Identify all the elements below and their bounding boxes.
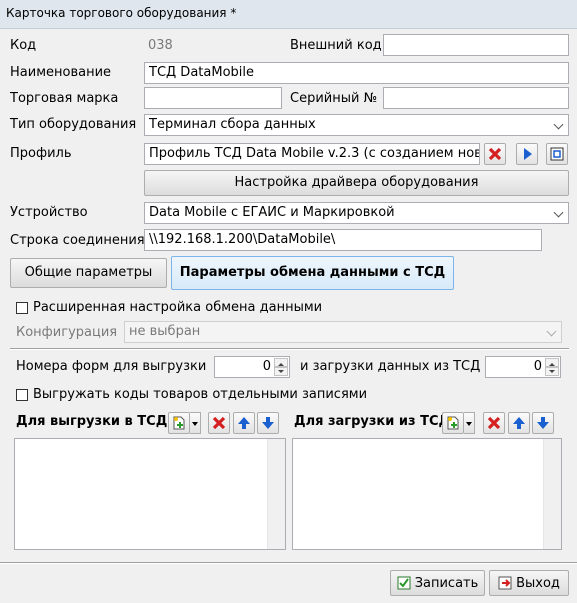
serial-input[interactable] <box>383 87 569 109</box>
external-code-input[interactable] <box>383 34 569 56</box>
forms-upload-stepper[interactable]: 0 <box>214 356 290 378</box>
name-input[interactable]: ТСД DataMobile <box>144 62 569 84</box>
external-code-label: Внешний код <box>290 38 382 53</box>
upload-list[interactable] <box>14 438 286 550</box>
download-add-dropdown[interactable] <box>464 412 475 434</box>
connection-label: Строка соединения <box>10 233 145 248</box>
arrow-up-icon <box>513 417 525 429</box>
upload-delete-button[interactable] <box>208 412 230 434</box>
exit-button-label: Выход <box>516 575 560 591</box>
window-titlebar: Карточка торгового оборудования * <box>0 0 577 29</box>
serial-label: Серийный № <box>290 91 378 106</box>
exit-button[interactable]: Выход <box>489 570 569 596</box>
delete-icon <box>212 416 226 430</box>
download-list[interactable] <box>292 438 562 550</box>
stepper-down-icon[interactable] <box>545 367 559 376</box>
device-label: Устройство <box>10 205 88 220</box>
chevron-down-icon[interactable] <box>551 116 567 134</box>
separator <box>10 348 569 350</box>
download-add-button[interactable] <box>442 412 464 434</box>
scrollbar[interactable] <box>267 439 285 549</box>
forms-download-stepper[interactable]: 0 <box>485 356 561 378</box>
config-label: Конфигурация <box>16 325 118 340</box>
name-label: Наименование <box>10 65 112 80</box>
stepper-up-icon[interactable] <box>274 358 288 367</box>
advanced-checkbox-label: Расширенная настройка обмена данными <box>33 300 323 315</box>
stepper-up-icon[interactable] <box>545 358 559 367</box>
download-list-title: Для загрузки из ТСД <box>294 414 451 429</box>
device-select[interactable]: Data Mobile с ЕГАИС и Маркировкой <box>144 202 569 224</box>
upload-move-up-button[interactable] <box>233 412 255 434</box>
forms-download-value: 0 <box>533 359 542 374</box>
upload-move-down-button[interactable] <box>257 412 279 434</box>
forms-upload-label: Номера форм для выгрузки <box>16 359 207 374</box>
type-label: Тип оборудования <box>10 117 137 132</box>
play-arrow-icon <box>524 148 532 160</box>
separate-codes-label: Выгружать коды товаров отдельными запися… <box>33 387 368 402</box>
save-icon <box>397 576 411 590</box>
profile-input[interactable]: Профиль ТСД Data Mobile v.2.3 (с создани… <box>144 143 480 165</box>
add-document-icon <box>173 416 185 430</box>
profile-label: Профиль <box>10 146 72 161</box>
footer-separator <box>0 562 577 564</box>
forms-upload-value: 0 <box>262 359 271 374</box>
code-value: 038 <box>148 38 173 53</box>
save-button[interactable]: Записать <box>390 570 485 596</box>
download-delete-button[interactable] <box>483 412 505 434</box>
upload-add-button[interactable] <box>168 412 190 434</box>
exit-icon <box>498 576 512 590</box>
download-move-up-button[interactable] <box>508 412 530 434</box>
delete-icon <box>487 416 501 430</box>
download-move-down-button[interactable] <box>532 412 554 434</box>
open-form-icon <box>550 147 564 161</box>
arrow-up-icon <box>238 417 250 429</box>
chevron-down-icon <box>544 323 560 341</box>
type-select[interactable]: Терминал сбора данных <box>144 114 569 136</box>
forms-download-label: и загрузки данных из ТСД <box>300 359 481 374</box>
open-profile-button[interactable] <box>546 143 568 165</box>
config-select: не выбран <box>124 321 562 343</box>
save-button-label: Записать <box>414 575 479 591</box>
window-title: Карточка торгового оборудования * <box>6 6 237 20</box>
connection-input[interactable]: \\192.168.1.200\DataMobile\ <box>144 229 542 251</box>
tab-general[interactable]: Общие параметры <box>10 258 167 288</box>
code-label: Код <box>10 38 37 53</box>
config-select-value: не выбран <box>129 324 201 339</box>
clear-profile-button[interactable] <box>484 143 506 165</box>
scrollbar[interactable] <box>543 439 561 549</box>
add-document-icon <box>447 416 459 430</box>
trademark-input[interactable] <box>144 87 282 109</box>
type-select-value: Терминал сбора данных <box>149 117 316 132</box>
device-select-value: Data Mobile с ЕГАИС и Маркировкой <box>149 205 395 220</box>
stepper-down-icon[interactable] <box>274 367 288 376</box>
chevron-down-icon[interactable] <box>551 204 567 222</box>
select-profile-button[interactable] <box>516 143 538 165</box>
separate-codes-checkbox[interactable] <box>16 389 28 401</box>
upload-add-dropdown[interactable] <box>190 412 201 434</box>
tab-exchange[interactable]: Параметры обмена данными с ТСД <box>171 256 454 290</box>
arrow-down-icon <box>262 417 274 429</box>
arrow-down-icon <box>537 417 549 429</box>
driver-settings-button[interactable]: Настройка драйвера оборудования <box>144 170 569 196</box>
close-icon <box>488 147 502 161</box>
upload-list-title: Для выгрузки в ТСД <box>16 414 168 429</box>
trademark-label: Торговая марка <box>10 91 119 106</box>
advanced-checkbox[interactable] <box>16 302 28 314</box>
